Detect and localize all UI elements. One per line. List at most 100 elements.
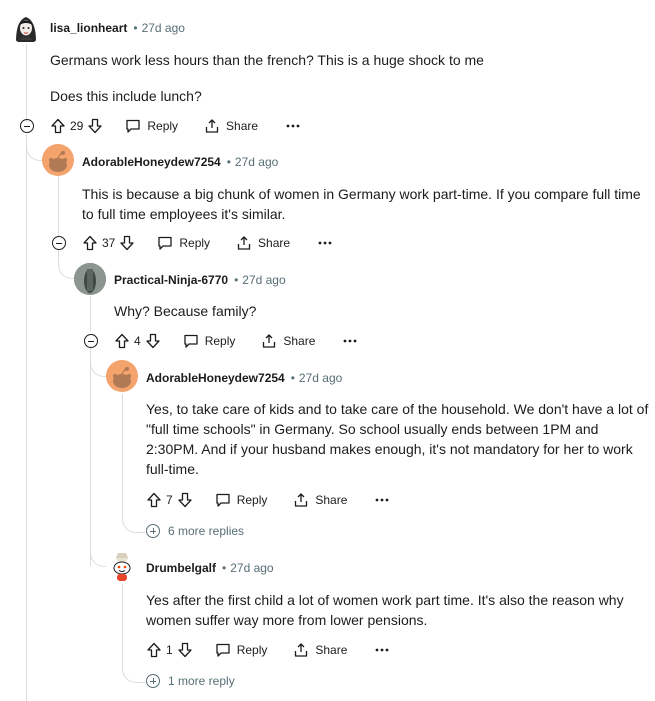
vote-count: 4 <box>134 334 141 348</box>
upvote-icon[interactable] <box>114 333 130 349</box>
share-button[interactable]: Share <box>261 333 315 349</box>
comment-meta: Drumbelgalf • 27d ago <box>146 561 274 575</box>
timestamp[interactable]: 27d ago <box>235 155 278 169</box>
comment-meta: lisa_lionheart • 27d ago <box>50 21 185 35</box>
comment-body: Why? Because family? <box>114 301 644 321</box>
overflow-icon[interactable] <box>286 124 300 128</box>
downvote-icon[interactable] <box>177 642 193 658</box>
share-icon <box>295 493 308 507</box>
author-name[interactable]: AdorableHoneydew7254 <box>82 155 221 169</box>
share-icon <box>205 119 219 133</box>
snoo-avatar-icon <box>49 151 67 172</box>
share-label: Share <box>283 334 316 348</box>
collapse-icon[interactable] <box>20 119 34 133</box>
share-button[interactable]: Share <box>236 235 290 251</box>
upvote-icon[interactable] <box>82 235 98 251</box>
share-button[interactable]: Share <box>293 492 347 508</box>
reply-icon <box>216 643 230 657</box>
author-name[interactable]: Practical-Ninja-6770 <box>114 273 228 287</box>
thread-line <box>90 348 91 566</box>
author-name[interactable]: AdorableHoneydew7254 <box>146 371 285 385</box>
timestamp[interactable]: 27d ago <box>230 561 273 575</box>
share-button[interactable]: Share <box>204 118 258 134</box>
timestamp[interactable]: 27d ago <box>299 371 342 385</box>
share-button[interactable]: Share <box>293 642 347 658</box>
vote-count: 7 <box>166 493 173 507</box>
thread-line <box>26 134 27 701</box>
reply-button[interactable]: Reply <box>125 118 178 134</box>
share-icon <box>295 643 308 657</box>
comment-actions: 37 Reply Share <box>82 232 332 254</box>
reply-icon <box>158 236 173 250</box>
share-icon <box>237 236 251 250</box>
upvote-icon[interactable] <box>50 118 66 134</box>
comment-meta: AdorableHoneydew7254 • 27d ago <box>82 155 278 169</box>
reply-label: Reply <box>236 643 268 657</box>
comment-meta: AdorableHoneydew7254 • 27d ago <box>146 371 342 385</box>
avatar[interactable] <box>42 144 74 176</box>
upvote-icon[interactable] <box>146 642 162 658</box>
downvote-icon[interactable] <box>177 492 193 508</box>
more-replies-button[interactable]: 1 more reply <box>146 674 235 688</box>
separator-dot: • <box>222 561 227 575</box>
author-name[interactable]: Drumbelgalf <box>146 561 216 575</box>
share-label: Share <box>258 236 291 250</box>
avatar[interactable] <box>74 263 106 295</box>
comment-paragraph: Germans work less hours than the french?… <box>50 52 484 68</box>
downvote-icon[interactable] <box>119 235 135 251</box>
more-replies-label: 6 more replies <box>168 524 245 538</box>
overflow-icon[interactable] <box>375 498 389 502</box>
timestamp[interactable]: 27d ago <box>242 273 285 287</box>
reply-button[interactable]: Reply <box>215 492 267 508</box>
comment-actions: 1 Reply Share <box>146 639 389 661</box>
more-replies-button[interactable]: 6 more replies <box>146 524 244 538</box>
collapse-icon[interactable] <box>84 334 98 348</box>
thread-connector <box>122 512 145 533</box>
reply-label: Reply <box>204 334 236 348</box>
vote-count: 29 <box>70 119 84 133</box>
overflow-icon[interactable] <box>375 648 389 652</box>
reply-icon <box>216 493 230 507</box>
reply-icon <box>126 119 141 133</box>
thread-connector <box>90 348 107 377</box>
comment-paragraph: Yes after the first child a lot of women… <box>146 592 624 628</box>
comment-body: Yes after the first child a lot of women… <box>146 590 651 630</box>
thread-connector <box>122 664 145 683</box>
comment-paragraph: Does this include lunch? <box>50 88 202 104</box>
share-label: Share <box>226 119 259 133</box>
reply-button[interactable]: Reply <box>183 333 236 349</box>
thread-connector <box>26 134 43 161</box>
comment-body: Germans work less hours than the french?… <box>50 50 640 106</box>
author-name[interactable]: lisa_lionheart <box>50 21 127 35</box>
share-label: Share <box>315 493 348 507</box>
avatar[interactable] <box>106 550 138 582</box>
reply-button[interactable]: Reply <box>157 235 210 251</box>
collapse-icon[interactable] <box>52 236 66 250</box>
expand-icon <box>146 524 160 538</box>
reply-button[interactable]: Reply <box>215 642 268 658</box>
reply-icon <box>184 334 198 348</box>
snoo-avatar-icon <box>113 367 131 388</box>
avatar[interactable] <box>10 12 42 44</box>
comment-actions: 7 Reply Share <box>146 489 389 511</box>
downvote-icon[interactable] <box>87 118 103 134</box>
share-icon <box>263 334 276 348</box>
reply-label: Reply <box>179 236 211 250</box>
comment-actions: 4 Reply Share <box>114 330 357 352</box>
more-replies-label: 1 more reply <box>168 674 235 688</box>
overflow-icon[interactable] <box>343 339 357 343</box>
avatar[interactable] <box>106 360 138 392</box>
timestamp[interactable]: 27d ago <box>142 21 185 35</box>
separator-dot: • <box>226 155 231 169</box>
reply-label: Reply <box>147 119 179 133</box>
upvote-icon[interactable] <box>146 492 162 508</box>
thread-line <box>122 394 123 518</box>
snoo-avatar-icon <box>113 553 131 581</box>
overflow-icon[interactable] <box>318 241 332 245</box>
downvote-icon[interactable] <box>145 333 161 349</box>
separator-dot: • <box>290 371 295 385</box>
vote-count: 1 <box>166 643 173 657</box>
thread-line <box>26 42 27 122</box>
thread-line <box>58 176 59 236</box>
thread-connector <box>58 250 75 279</box>
